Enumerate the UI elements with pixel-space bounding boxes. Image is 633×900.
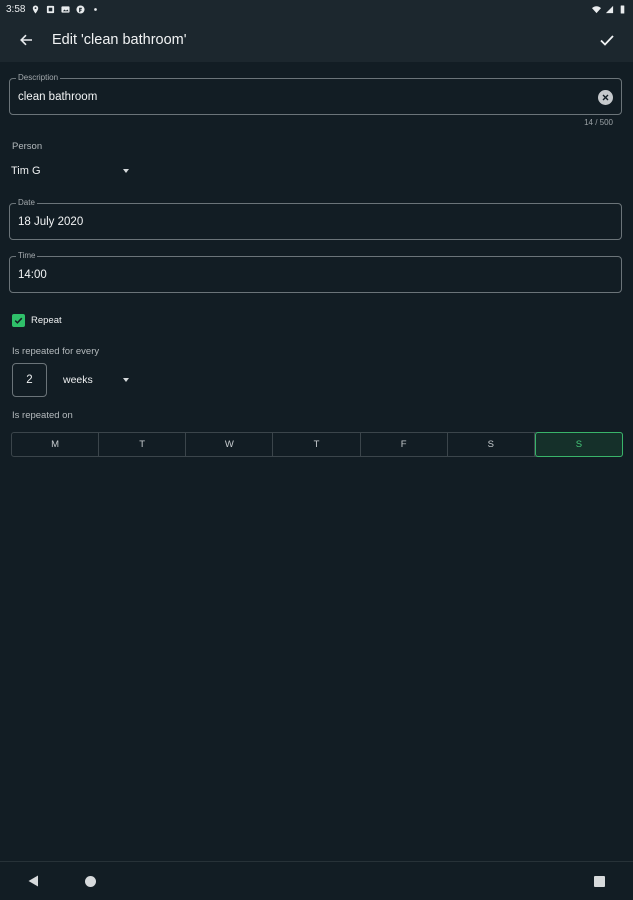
status-time: 3:58 bbox=[6, 3, 26, 15]
weekday-selector: M T W T F S S bbox=[11, 432, 623, 457]
day-label: T bbox=[313, 439, 320, 450]
day-label: F bbox=[400, 439, 407, 450]
person-value: Tim G bbox=[11, 165, 41, 177]
date-label: Date bbox=[16, 198, 37, 208]
day-toggle-tuesday[interactable]: T bbox=[99, 433, 187, 456]
check-icon bbox=[600, 35, 614, 46]
day-label: T bbox=[139, 439, 146, 450]
repeat-label: Repeat bbox=[31, 315, 62, 326]
repeat-every-label: Is repeated for every bbox=[12, 346, 100, 357]
status-bar: 3:58 bbox=[0, 0, 633, 18]
chevron-down-icon bbox=[123, 169, 129, 173]
person-label: Person bbox=[12, 141, 43, 152]
repeat-checkbox-row[interactable]: Repeat bbox=[12, 314, 62, 327]
gallery-icon bbox=[61, 5, 71, 13]
interval-value: 2 bbox=[26, 374, 33, 386]
battery-icon bbox=[620, 4, 625, 14]
person-dropdown[interactable]: Tim G bbox=[11, 162, 129, 180]
save-button[interactable] bbox=[581, 18, 633, 62]
notification-icons bbox=[31, 4, 100, 14]
chevron-down-icon bbox=[123, 378, 129, 382]
page-title: Edit 'clean bathroom' bbox=[52, 32, 187, 48]
interval-input[interactable]: 2 bbox=[12, 363, 47, 397]
day-label: S bbox=[487, 439, 494, 450]
checkmark-icon bbox=[14, 317, 23, 324]
app-bar: Edit 'clean bathroom' bbox=[0, 18, 633, 62]
close-icon bbox=[602, 94, 609, 101]
day-toggle-monday[interactable]: M bbox=[12, 433, 100, 456]
day-label: M bbox=[51, 439, 60, 450]
unit-dropdown[interactable]: weeks bbox=[63, 372, 129, 388]
wifi-icon bbox=[592, 5, 601, 13]
message-icon bbox=[47, 5, 55, 13]
time-label: Time bbox=[16, 251, 38, 261]
nav-home-icon[interactable] bbox=[85, 876, 96, 887]
description-label: Description bbox=[16, 73, 61, 83]
day-label: W bbox=[224, 439, 234, 450]
nav-recents-icon[interactable] bbox=[594, 876, 605, 887]
repeat-checkbox[interactable] bbox=[12, 314, 25, 327]
location-icon bbox=[33, 4, 39, 14]
day-toggle-thursday[interactable]: T bbox=[273, 433, 361, 456]
back-button[interactable] bbox=[0, 18, 52, 62]
time-field[interactable]: Time 14:00 bbox=[9, 251, 622, 293]
app-icon bbox=[76, 4, 86, 14]
description-field[interactable]: Description clean bathroom bbox=[9, 73, 622, 115]
navigation-bar bbox=[0, 861, 633, 900]
arrow-back-icon bbox=[20, 34, 32, 46]
time-value: 14:00 bbox=[18, 269, 47, 281]
day-toggle-saturday[interactable]: S bbox=[448, 433, 535, 456]
dot-icon bbox=[94, 7, 98, 11]
repeat-on-label: Is repeated on bbox=[12, 410, 73, 421]
signal-icon bbox=[605, 5, 614, 13]
system-icons bbox=[592, 4, 627, 14]
description-value[interactable]: clean bathroom bbox=[18, 91, 97, 103]
character-counter: 14 / 500 bbox=[584, 118, 613, 127]
date-field[interactable]: Date 18 July 2020 bbox=[9, 198, 622, 240]
day-toggle-wednesday[interactable]: W bbox=[186, 433, 274, 456]
clear-button[interactable] bbox=[598, 90, 613, 105]
day-toggle-friday[interactable]: F bbox=[361, 433, 448, 456]
nav-back-icon[interactable] bbox=[28, 875, 39, 887]
day-toggle-sunday[interactable]: S bbox=[534, 432, 623, 457]
date-value: 18 July 2020 bbox=[18, 216, 84, 228]
unit-value: weeks bbox=[63, 374, 93, 386]
day-label: S bbox=[575, 439, 583, 450]
